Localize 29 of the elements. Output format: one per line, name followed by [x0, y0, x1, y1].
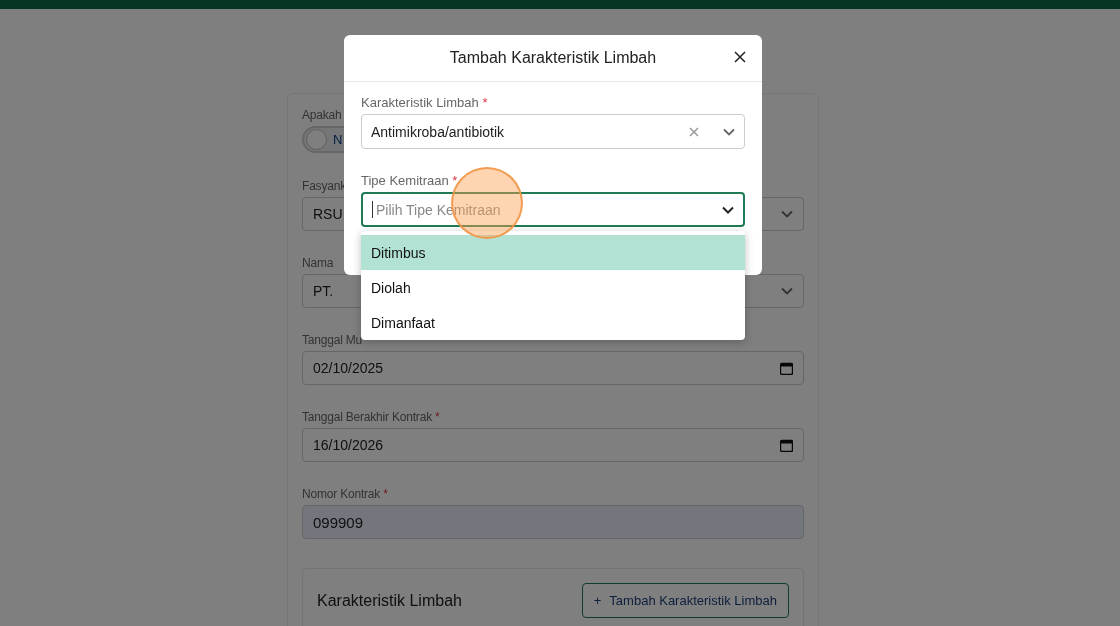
chevron-down-icon — [781, 287, 793, 295]
date-field[interactable]: 16/10/2026 — [302, 428, 804, 462]
dropdown-option[interactable]: Ditimbus — [361, 235, 745, 270]
calendar-icon[interactable] — [780, 438, 793, 452]
field-label: Nomor Kontrak — [302, 487, 381, 501]
chevron-down-icon — [723, 127, 735, 136]
date-field[interactable]: 02/10/2025 — [302, 351, 804, 385]
field-label: Fasyank — [302, 179, 346, 193]
section-title: Karakteristik Limbah — [317, 591, 462, 610]
field-label: Karakteristik Limbah — [361, 95, 479, 110]
chevron-down-icon — [722, 205, 734, 214]
select-field[interactable]: Antimikroba/antibiotik — [361, 114, 745, 149]
required-mark: * — [383, 487, 388, 501]
chevron-down-icon — [781, 210, 793, 218]
field-label: Apakah — [302, 108, 342, 122]
field-label: Nama — [302, 256, 334, 270]
field-label: Tanggal Mu — [302, 333, 363, 347]
dropdown-option[interactable]: Dimanfaat — [361, 305, 745, 340]
dropdown-option[interactable]: Diolah — [361, 270, 745, 305]
field-label: Tipe Kemitraan — [361, 173, 449, 188]
modal-title: Tambah Karakteristik Limbah — [449, 49, 657, 67]
required-mark: * — [482, 95, 488, 110]
input-field[interactable]: 099909 — [302, 505, 804, 539]
required-mark: * — [435, 410, 440, 424]
field-label: Tanggal Berakhir Kontrak — [302, 410, 432, 424]
clear-icon[interactable] — [689, 126, 699, 137]
required-mark: * — [452, 173, 458, 188]
calendar-icon[interactable] — [780, 361, 793, 375]
add-button[interactable]: + Tambah Karakteristik Limbah — [581, 583, 789, 618]
